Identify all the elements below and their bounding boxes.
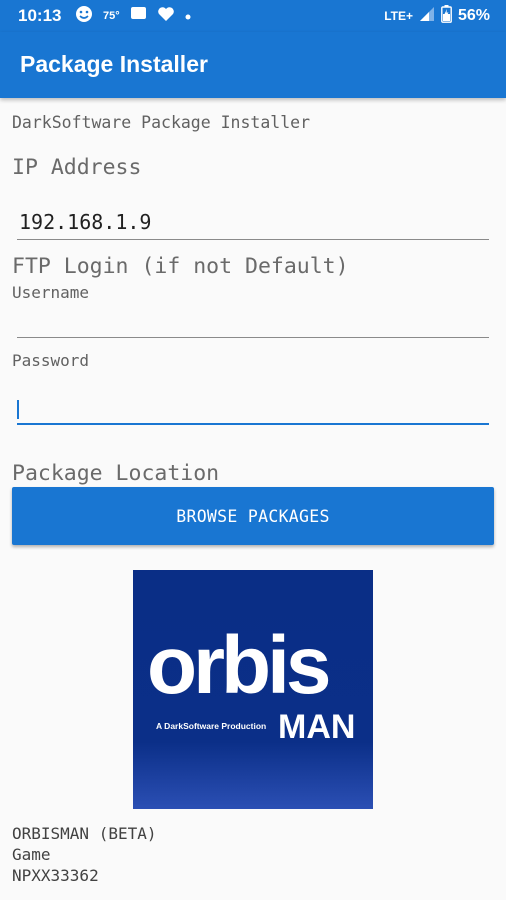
more-notifications-dot-icon [185, 7, 191, 25]
app-bar: Package Installer [0, 32, 506, 98]
password-label: Password [12, 351, 90, 370]
status-bar: 10:13 75° LTE+ 56% [0, 0, 506, 32]
ftp-login-heading: FTP Login (if not Default) [12, 254, 349, 279]
network-type: LTE+ [384, 9, 413, 23]
system-icons: LTE+ 56% [384, 4, 490, 28]
username-input[interactable] [17, 302, 489, 338]
ip-address-label: IP Address [12, 155, 142, 180]
package-location-label: Package Location [12, 461, 220, 486]
username-label: Username [12, 283, 90, 302]
battery-icon [441, 4, 452, 28]
message-icon [130, 6, 147, 26]
package-id: NPXX33362 [12, 866, 99, 885]
package-logo: orbis A DarkSoftware Production MAN [133, 570, 373, 809]
status-time: 10:13 [18, 6, 62, 25]
weather-temperature: 75° [103, 10, 120, 22]
notification-icons: 75° [75, 5, 191, 27]
text-cursor [17, 400, 19, 419]
package-type: Game [12, 845, 51, 864]
password-input[interactable] [17, 389, 489, 425]
browse-packages-button[interactable]: BROWSE PACKAGES [12, 487, 494, 545]
app-title: Package Installer [20, 51, 208, 77]
logo-word: orbis [147, 620, 331, 711]
installer-subtitle: DarkSoftware Package Installer [12, 113, 311, 132]
heart-icon [157, 6, 175, 27]
ip-address-input[interactable] [17, 204, 489, 240]
signal-icon [419, 6, 435, 27]
logo-suffix: MAN [278, 708, 356, 746]
package-name: ORBISMAN (BETA) [12, 824, 157, 843]
battery-percent: 56% [457, 7, 490, 24]
logo-tagline: A DarkSoftware Production [156, 721, 267, 731]
smiley-icon [75, 5, 93, 28]
